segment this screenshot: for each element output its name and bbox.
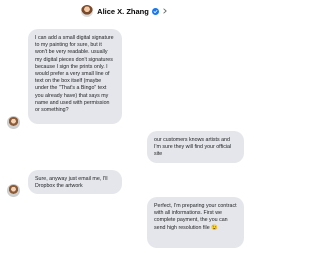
conversation-header[interactable]: Alice X. Zhang — [0, 0, 250, 22]
message-bubble-outgoing: our customers knows artists and I'm sure… — [147, 131, 244, 163]
sender-avatar[interactable] — [7, 184, 20, 197]
contact-name[interactable]: Alice X. Zhang — [97, 7, 149, 16]
contact-avatar[interactable] — [81, 5, 94, 17]
message-bubble-incoming: I can add a small digital signature to m… — [28, 29, 122, 124]
message-bubble-incoming: Sure, anyway just email me, I'll Dropbox… — [28, 170, 122, 194]
sender-avatar[interactable] — [7, 116, 20, 129]
message-bubble-outgoing: Perfect, I'm preparing your contract wit… — [147, 197, 244, 248]
chevron-right-icon[interactable] — [162, 8, 169, 15]
verified-badge-icon — [151, 7, 159, 15]
